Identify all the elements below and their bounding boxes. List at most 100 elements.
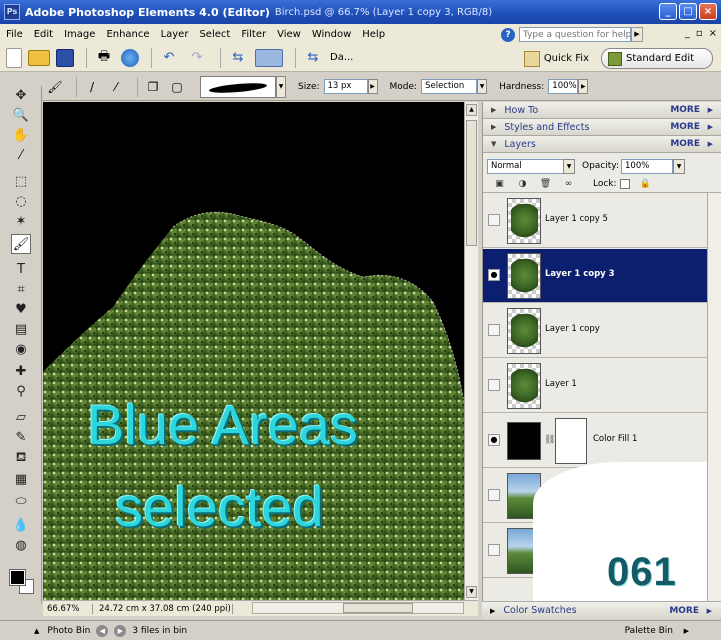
canvas-vertical-scrollbar[interactable]: ▲ ▼ [464, 102, 478, 600]
new-file-icon[interactable] [6, 47, 22, 68]
more-arrow-icon[interactable]: ▶ [707, 607, 712, 615]
brush-dropdown-icon[interactable]: ▼ [276, 75, 286, 98]
hardness-slider-icon[interactable]: ▶ [578, 79, 589, 94]
zoom-tool-icon[interactable]: 🔍 [11, 106, 31, 126]
size-field[interactable]: 13 px [323, 79, 368, 94]
link-layers-icon[interactable]: ∞ [562, 178, 575, 190]
doc-restore-button[interactable]: ▫ [696, 28, 703, 39]
visibility-eye-icon[interactable] [488, 214, 500, 226]
layer-row[interactable]: Layer 1 copy 5 [483, 194, 707, 248]
more-arrow-icon[interactable]: ▶ [708, 140, 713, 148]
brush-preview[interactable] [200, 75, 276, 98]
help-search-input[interactable] [519, 27, 631, 42]
size-slider-icon[interactable]: ▶ [367, 79, 378, 94]
redo-icon[interactable]: ↷ [186, 47, 208, 69]
blend-dropdown-icon[interactable]: ▼ [563, 159, 575, 174]
menu-file[interactable]: File [6, 29, 23, 40]
save-icon[interactable] [56, 48, 74, 67]
eyedropper-tool-icon[interactable]: ⁄ [11, 146, 31, 166]
selection-add-icon[interactable]: ❐ [144, 78, 162, 96]
lock-transparency-icon[interactable] [620, 179, 630, 189]
straighten-tool-icon[interactable]: ▤ [11, 320, 31, 340]
canvas-hscroll-thumb[interactable] [343, 603, 413, 613]
menu-edit[interactable]: Edit [34, 29, 53, 40]
organizer-icon[interactable]: ⇆ [227, 47, 249, 69]
sponge-tool-icon[interactable]: ◍ [11, 536, 31, 556]
new-layer-icon[interactable]: ▣ [493, 178, 506, 190]
styles-more-button[interactable]: MORE [670, 122, 700, 132]
maximize-button[interactable]: □ [679, 3, 697, 20]
mode-select[interactable]: Selection [421, 79, 478, 94]
canvas-horizontal-scrollbar[interactable] [252, 602, 464, 614]
opacity-dropdown-icon[interactable]: ▼ [673, 159, 685, 174]
menu-help[interactable]: Help [362, 29, 385, 40]
scroll-down-icon[interactable]: ▼ [466, 586, 477, 598]
undo-icon[interactable]: ↶ [158, 47, 180, 69]
blur-tool-icon[interactable]: 💧 [11, 516, 31, 536]
visibility-eye-icon[interactable] [488, 544, 500, 556]
eraser-tool-icon[interactable]: ▱ [11, 408, 31, 428]
menu-view[interactable]: View [277, 29, 301, 40]
palette-how-to[interactable]: ▶ How To MORE ▶ [483, 102, 721, 119]
hardness-field[interactable]: 100% [548, 79, 579, 94]
doc-minimize-button[interactable]: _ [685, 28, 690, 39]
close-button[interactable]: × [699, 3, 717, 20]
hand-tool-icon[interactable]: ✋ [11, 126, 31, 146]
menu-layer[interactable]: Layer [161, 29, 189, 40]
standard-edit-button[interactable]: Standard Edit [601, 48, 713, 69]
bin-toggle-icon[interactable]: ▲ [34, 627, 39, 635]
menu-filter[interactable]: Filter [241, 29, 266, 40]
menu-window[interactable]: Window [312, 29, 351, 40]
trash-icon[interactable]: 🗑 [539, 178, 552, 190]
photo-bin-label[interactable]: Photo Bin [47, 626, 90, 636]
blend-mode-select[interactable]: Normal [487, 159, 575, 174]
selection-brush-tool-icon[interactable]: 🖌 [11, 234, 31, 254]
photo-browser-icon[interactable] [255, 48, 283, 67]
visibility-eye-icon[interactable] [488, 324, 500, 336]
visibility-eye-icon[interactable] [488, 379, 500, 391]
pencil-tool-icon[interactable]: ✎ [11, 428, 31, 448]
lock-all-icon[interactable]: 🔒 [639, 178, 652, 190]
foreground-color-swatch[interactable] [9, 569, 26, 586]
palette-styles-effects[interactable]: ▶ Styles and Effects MORE ▶ [483, 119, 721, 136]
bin-next-icon[interactable]: ▶ [114, 624, 127, 637]
type-tool-icon[interactable]: T [11, 260, 31, 280]
visibility-eye-icon[interactable]: ● [488, 434, 500, 446]
palette-bin-label[interactable]: Palette Bin [625, 626, 673, 636]
lasso-tool-icon[interactable]: ◌ [11, 192, 31, 212]
document-canvas[interactable]: Blue Areas selected [43, 102, 464, 600]
red-eye-tool-icon[interactable]: ◉ [11, 340, 31, 360]
layer-row[interactable]: Layer 1 [483, 359, 707, 413]
zoom-readout[interactable]: 66.67% [43, 603, 93, 614]
canvas-vscroll-thumb[interactable] [466, 120, 477, 246]
layers-more-button[interactable]: MORE [670, 139, 700, 149]
shape-tool-icon[interactable]: ⬭ [11, 492, 31, 512]
more-arrow-icon[interactable]: ▶ [708, 106, 713, 114]
print-icon[interactable]: 🖶 [93, 47, 115, 69]
swatches-more-button[interactable]: MORE [669, 606, 699, 616]
brush-variant-icon[interactable]: ⁄ [107, 78, 125, 96]
move-tool-icon[interactable]: ✥ [11, 86, 31, 106]
opacity-field[interactable]: 100% [621, 159, 673, 174]
layer-row-selected[interactable]: ● Layer 1 copy 3 [483, 249, 707, 303]
date-view-icon[interactable]: ⇆ [302, 47, 324, 69]
quick-fix-button[interactable]: Quick Fix [523, 49, 589, 68]
layers-scrollbar[interactable] [707, 193, 721, 601]
clone-stamp-tool-icon[interactable]: ⚲ [11, 382, 31, 402]
selection-subtract-icon[interactable]: ▢ [168, 78, 186, 96]
crop-tool-icon[interactable]: ⌗ [11, 280, 31, 300]
palette-layers[interactable]: ▼ Layers MORE ▶ [483, 136, 721, 153]
visibility-eye-icon[interactable] [488, 489, 500, 501]
doc-close-button[interactable]: × [709, 28, 717, 39]
adjustment-layer-icon[interactable]: ◑ [516, 178, 529, 190]
visibility-eye-icon[interactable]: ● [488, 269, 500, 281]
help-go-icon[interactable]: ▶ [631, 27, 643, 42]
palette-bin-toggle-icon[interactable]: ▶ [684, 627, 689, 635]
menu-select[interactable]: Select [199, 29, 230, 40]
scroll-up-icon[interactable]: ▲ [466, 104, 477, 116]
layer-row[interactable]: ● ⛓ Color Fill 1 [483, 414, 707, 468]
more-arrow-icon[interactable]: ▶ [708, 123, 713, 131]
magic-wand-tool-icon[interactable]: ✶ [11, 212, 31, 232]
paint-bucket-tool-icon[interactable]: ⛾ [11, 448, 31, 468]
marquee-tool-icon[interactable]: ⬚ [11, 172, 31, 192]
